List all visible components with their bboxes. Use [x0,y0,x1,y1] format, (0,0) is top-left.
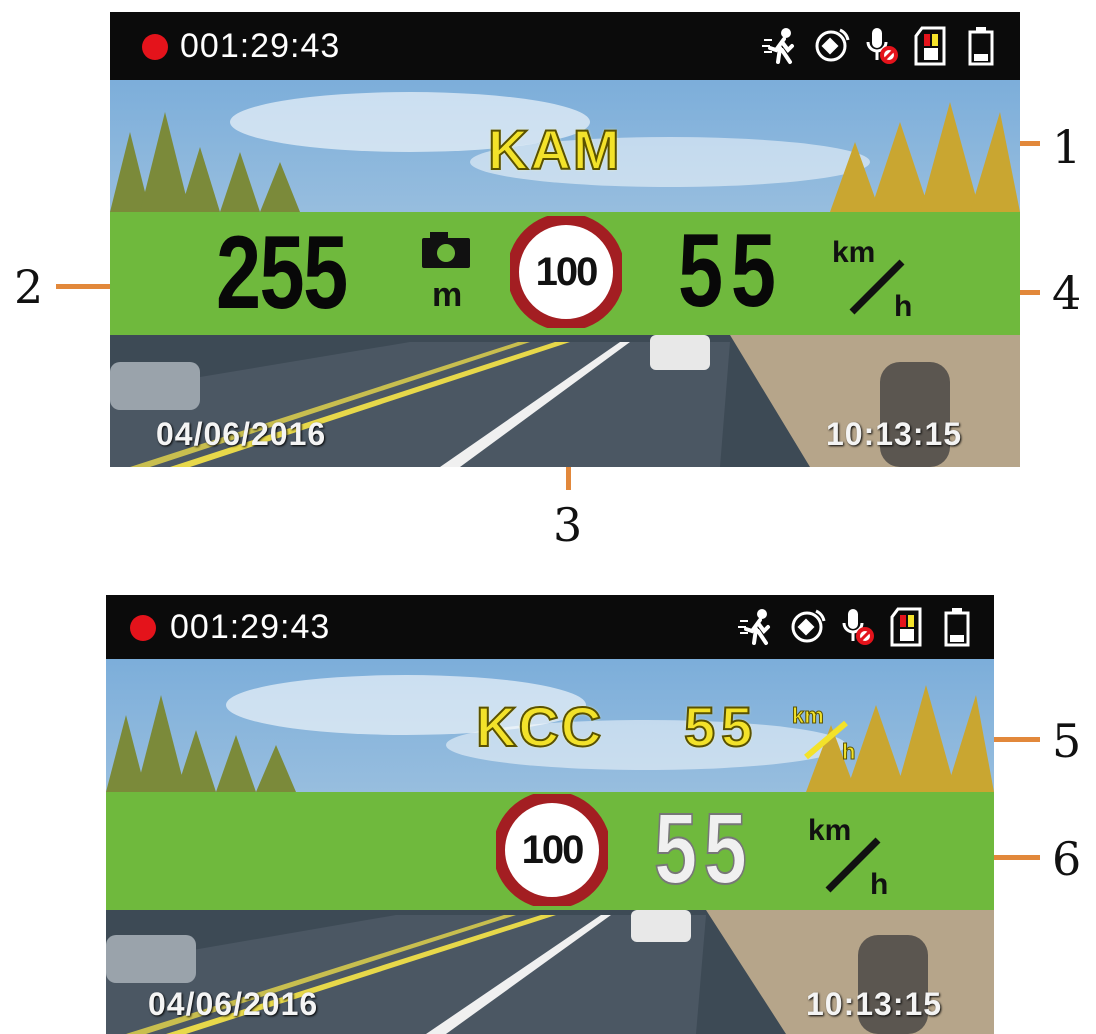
sd-card-icon [890,607,922,647]
speed-limit-value: 100 [521,827,585,872]
callout-number-5: 5 [1052,714,1082,768]
speed-limit-value: 100 [535,249,599,294]
record-indicator-icon [130,615,156,641]
speed-unit-kmh: km h [832,236,912,322]
microphone-muted-icon [842,609,874,645]
callout-number-2: 2 [14,260,44,314]
callout-number-4: 4 [1052,266,1082,320]
info-band: 255 m 100 55 km h [110,212,1020,335]
status-bar: 001:29:43 [110,12,1020,80]
record-indicator-icon [142,34,168,60]
dashcam-screen-2: 001:29:43 KCC 55 km h 100 55 km h 04/06/… [106,595,994,1034]
speed-unit-bottom: h [870,868,888,900]
battery-icon [944,608,970,647]
status-bar: 001:29:43 [106,595,994,659]
callout-number-6: 6 [1052,832,1082,886]
recording-time: 001:29:43 [170,608,331,646]
gps-satellite-icon [815,28,850,62]
speed-unit-top: km [808,814,851,847]
distance-unit: m [432,276,463,314]
status-icons [762,26,1000,66]
current-speed-value: 55 [678,213,784,329]
dashcam-screen-1: 001:29:43 KAM 255 m 100 55 km h 04/06/20… [110,12,1020,467]
camera-distance-value: 255 [216,215,348,331]
pedestrian-icon [762,28,794,64]
speed-unit-kmh: km h [808,814,888,900]
alert-speed-value: 55 [683,694,759,759]
alert-type-label: KAM [487,117,622,182]
sd-card-icon [914,26,946,66]
battery-icon [968,27,994,66]
speed-unit-top: km [832,236,875,269]
alert-speed-unit: km h [792,703,856,764]
alert-speed-unit-top: km [792,703,824,728]
speed-limit-sign: 100 [493,791,611,909]
callout-number-1: 1 [1052,120,1082,174]
status-icons [738,607,976,647]
camera-icon [422,232,470,268]
info-band: 100 55 km h [106,791,994,910]
microphone-muted-icon [866,28,898,64]
alert-type-label: KCC [475,694,604,759]
recording-time: 001:29:43 [180,27,341,65]
overlay-time: 10:13:15 [806,986,943,1022]
speed-limit-sign: 100 [507,213,625,331]
gps-satellite-icon [791,609,826,643]
overlay-time: 10:13:15 [826,416,963,452]
current-speed-value: 55 [653,793,754,905]
pedestrian-icon [738,609,770,645]
speed-unit-bottom: h [894,290,912,322]
callout-number-3: 3 [553,498,583,552]
alert-speed-unit-bottom: h [842,739,855,763]
overlay-date: 04/06/2016 [156,416,327,452]
overlay-date: 04/06/2016 [148,986,319,1022]
